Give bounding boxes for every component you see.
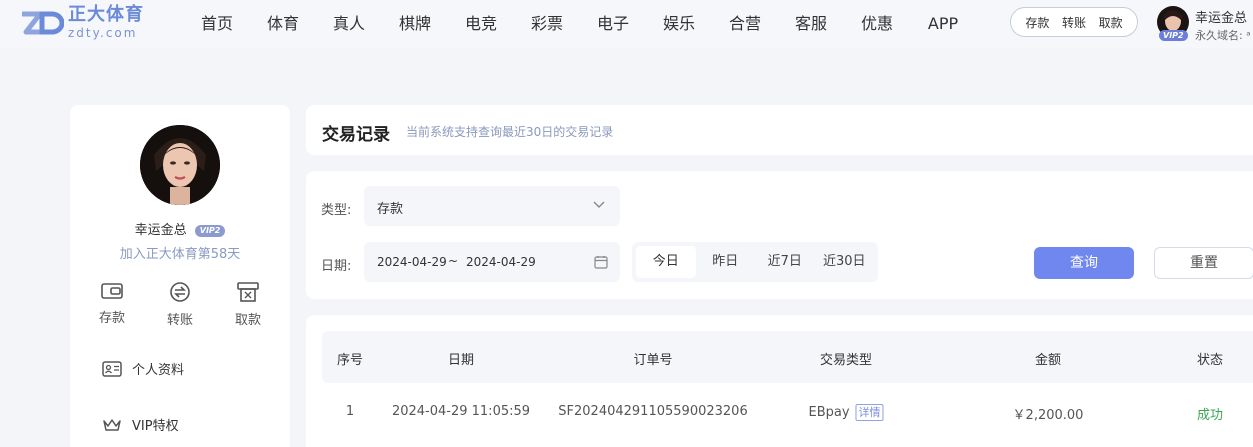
type-label: 类型:	[321, 203, 352, 218]
zd-logo-icon	[20, 8, 65, 38]
quick-date-today[interactable]: 今日	[636, 246, 696, 278]
profile-sidebar: 幸运金总 VIP2 加入正大体育第58天 存款 转账 取款 个人资料 VIP特权	[70, 105, 290, 447]
id-card-icon	[102, 360, 122, 377]
row-order: SF20240429110559002320​6	[558, 404, 748, 419]
date-separator: ~	[448, 254, 459, 268]
detail-link[interactable]: 详情	[855, 404, 884, 421]
date-range-picker[interactable]: 2024-04-29 ~ 2024-04-29	[364, 242, 620, 282]
nav-live[interactable]: 真人	[316, 0, 382, 48]
row-index: 1	[345, 404, 355, 419]
row-type-cell: EBpay 详情	[808, 404, 884, 421]
main-nav: 首页 体育 真人 棋牌 电竞 彩票 电子 娱乐 合营 客服 优惠 APP	[184, 0, 976, 48]
nav-support[interactable]: 客服	[778, 0, 844, 48]
quick-date-30days[interactable]: 近30日	[815, 246, 875, 278]
site-logo[interactable]: 正大体育 zdty.com	[20, 6, 144, 39]
logo-domain: zdty.com	[68, 26, 138, 40]
withdraw-icon	[237, 282, 259, 302]
table-header: 序号 日期 订单号 交易类型 金额 状态	[322, 331, 1253, 383]
date-end: 2024-04-29	[466, 255, 536, 269]
profile-username: 幸运金总	[134, 223, 187, 238]
page-header: 交易记录 当前系统支持查询最近30日的交易记录	[306, 105, 1253, 155]
menu-vip-label: VIP特权	[132, 419, 179, 434]
profile-vip-badge: VIP2	[194, 225, 226, 237]
header-vip-badge: VIP2	[1159, 30, 1188, 41]
profile-joined: 加入正大体育第58天	[119, 247, 241, 262]
withdraw-label: 取款	[234, 313, 261, 328]
row-date: 2024-04-29 11:05:59	[391, 404, 531, 419]
transfer-button[interactable]: 转账	[160, 281, 200, 328]
date-start: 2024-04-29	[377, 255, 447, 269]
col-amount: 金额	[1034, 353, 1062, 368]
nav-lottery[interactable]: 彩票	[514, 0, 580, 48]
col-order: 订单号	[633, 353, 673, 368]
col-date: 日期	[447, 353, 475, 368]
chevron-down-icon	[593, 201, 605, 208]
transfer-label: 转账	[166, 313, 193, 328]
reset-button[interactable]: 重置	[1154, 247, 1253, 279]
col-index: 序号	[336, 353, 364, 368]
quick-date-7days[interactable]: 近7日	[755, 246, 815, 278]
type-select-value: 存款	[377, 202, 404, 217]
menu-vip[interactable]: VIP特权	[102, 415, 179, 434]
wallet-actions: 存款 转账 取款	[92, 281, 268, 328]
date-label: 日期:	[321, 259, 352, 274]
row-status: 成功	[1196, 408, 1224, 423]
row-type: EBpay	[808, 405, 850, 420]
nav-esports[interactable]: 电竞	[448, 0, 514, 48]
page-subtitle: 当前系统支持查询最近30日的交易记录	[406, 125, 614, 139]
nav-entertainment[interactable]: 娱乐	[646, 0, 712, 48]
page-title: 交易记录	[322, 125, 390, 145]
nav-app[interactable]: APP	[910, 0, 976, 48]
col-status: 状态	[1196, 353, 1224, 368]
menu-profile-label: 个人资料	[132, 363, 185, 378]
quick-actions: 存款 转账 取款	[1010, 7, 1138, 37]
top-header: 正大体育 zdty.com 首页 体育 真人 棋牌 电竞 彩票 电子 娱乐 合营…	[0, 0, 1253, 48]
type-select[interactable]: 存款	[364, 186, 620, 226]
quick-transfer-link[interactable]: 转账	[1062, 14, 1086, 31]
quick-date-group: 今日 昨日 近7日 近30日	[632, 242, 878, 282]
quick-deposit-link[interactable]: 存款	[1025, 14, 1049, 31]
nav-slots[interactable]: 电子	[580, 0, 646, 48]
quick-date-yesterday[interactable]: 昨日	[696, 246, 756, 278]
deposit-label: 存款	[98, 311, 125, 326]
nav-promotions[interactable]: 优惠	[844, 0, 910, 48]
profile-avatar	[140, 125, 220, 205]
quick-withdraw-link[interactable]: 取款	[1099, 14, 1123, 31]
nav-home[interactable]: 首页	[184, 0, 250, 48]
withdraw-button[interactable]: 取款	[228, 281, 268, 328]
nav-chess[interactable]: 棋牌	[382, 0, 448, 48]
query-button[interactable]: 查询	[1034, 247, 1134, 279]
calendar-icon	[594, 256, 608, 269]
deposit-button[interactable]: 存款	[92, 281, 132, 328]
nav-sports[interactable]: 体育	[250, 0, 316, 48]
header-domain: 永久域名: ᵃ	[1195, 29, 1251, 42]
logo-chinese: 正大体育	[68, 4, 144, 25]
transfer-icon	[170, 282, 190, 302]
nav-partner[interactable]: 合营	[712, 0, 778, 48]
transaction-table: 序号 日期 订单号 交易类型 金额 状态 1 2024-04-29 11:05:…	[306, 315, 1253, 447]
col-type: 交易类型	[819, 353, 873, 368]
profile-name-row: 幸运金总 VIP2	[70, 219, 290, 238]
header-username: 幸运金总	[1195, 11, 1248, 26]
menu-profile[interactable]: 个人资料	[102, 359, 184, 378]
row-amount: ￥2,200.00	[1012, 408, 1084, 423]
crown-icon	[103, 418, 121, 431]
wallet-icon	[101, 283, 123, 299]
filter-panel: 类型: 存款 日期: 2024-04-29 ~ 2024-04-29 今日 昨日…	[306, 171, 1253, 299]
